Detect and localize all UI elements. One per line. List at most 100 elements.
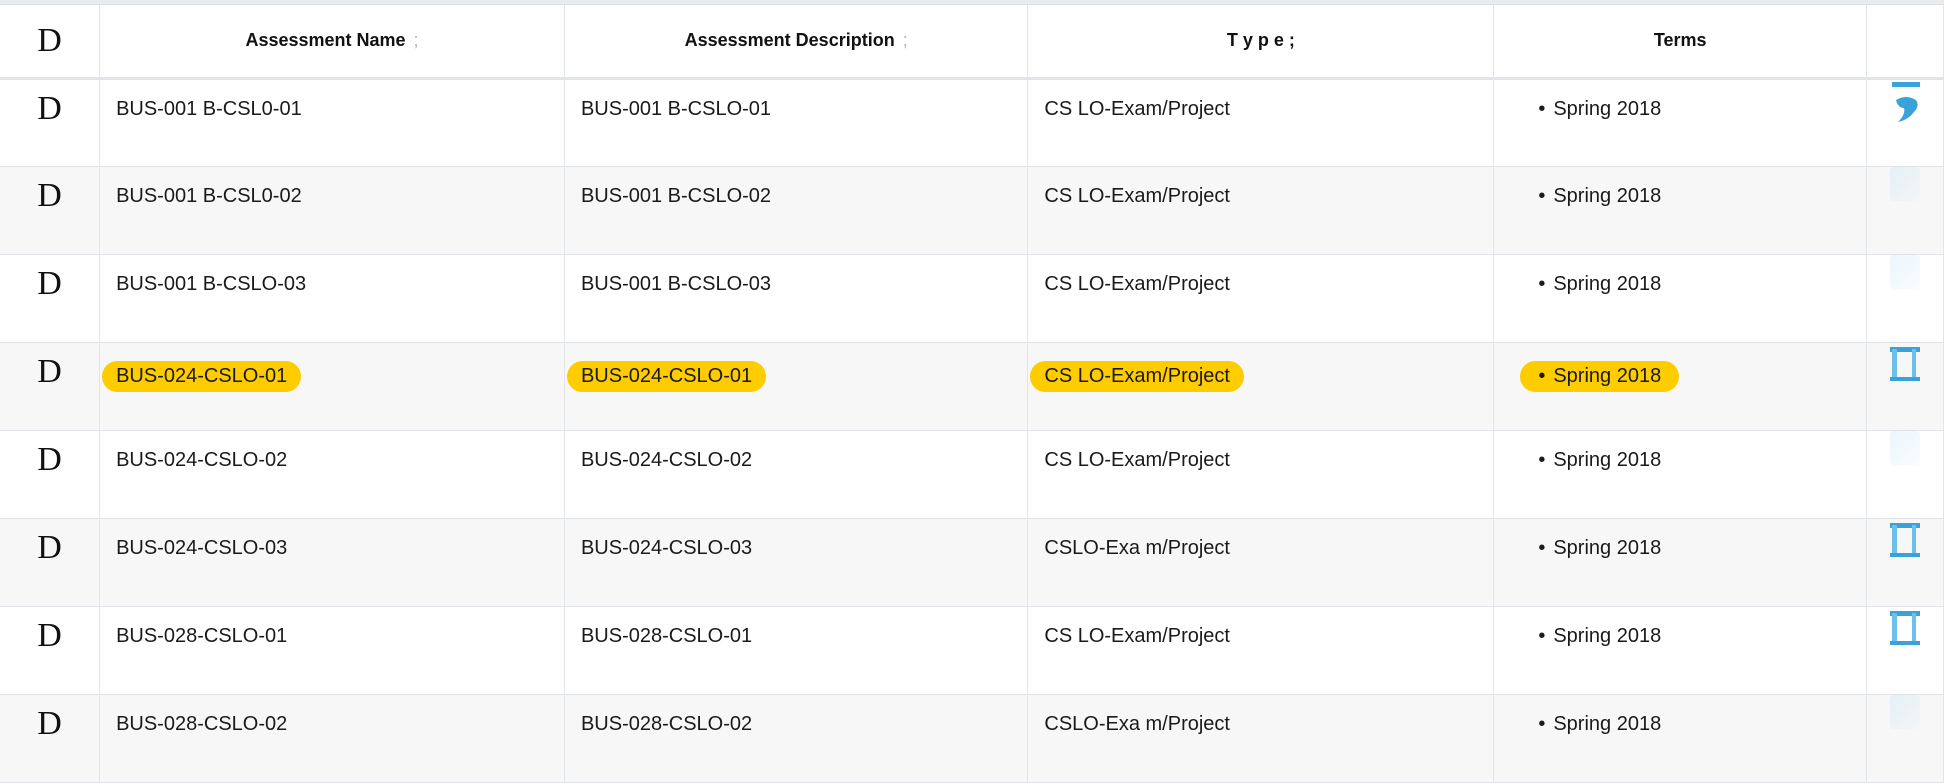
cell-type: CS LO-Exam/Project (1027, 254, 1495, 343)
bullet: • (1538, 624, 1546, 647)
term-list-item: • Spring 2018 (1538, 185, 1661, 207)
cell-type-text: CS LO-Exam/Project (1044, 97, 1230, 120)
table-row[interactable]: D BUS-024-CSLO-02 BUS-024-CSLO-02 CS LO-Exa… (0, 430, 1944, 519)
assessments-table: D Assessment Name; Assessment Descriptio… (0, 5, 1944, 783)
comment-icon[interactable] (1888, 80, 1922, 124)
column-header-actions (1866, 5, 1944, 80)
cell-term: • Spring 2018 (1493, 342, 1868, 431)
cell-description-text: BUS-001 B-CSLO-02 (580, 184, 772, 207)
table-header-row: D Assessment Name; Assessment Descriptio… (0, 5, 1944, 80)
column-header-label: Terms (1653, 30, 1707, 51)
cell-term: • Spring 2018 (1493, 694, 1868, 783)
table-row[interactable]: D BUS-001 B-CSL0-02 BUS-001 B-CSLO-02 CS LO… (0, 166, 1944, 255)
row-action-cell (1866, 254, 1944, 343)
row-select-checkbox[interactable]: D (0, 166, 101, 255)
row-select-checkbox[interactable]: D (0, 78, 101, 167)
cell-description: BUS-001 B-CSLO-02 (564, 166, 1029, 255)
cell-description: BUS-024-CSLO-03 (564, 518, 1029, 607)
table-row[interactable]: D BUS-001 B-CSLO-03 BUS-001 B-CSLO-03 CS LO… (0, 254, 1944, 343)
cell-type-text: CS LO-Exam/Project (1044, 272, 1230, 295)
faded-action-icon (1890, 166, 1920, 201)
table-row[interactable]: D BUS-028-CSLO-01 BUS-028-CSLO-01 CS LO-Exa… (0, 606, 1944, 695)
row-select-checkbox[interactable]: D (0, 606, 101, 695)
document-icon[interactable] (1888, 607, 1922, 651)
bullet: • (1538, 364, 1546, 387)
cell-description: BUS-028-CSLO-02 (564, 694, 1029, 783)
cell-description: BUS-028-CSLO-01 (564, 606, 1029, 695)
row-action-cell (1866, 694, 1944, 783)
cell-name-text: BUS-028-CSLO-01 (116, 624, 288, 647)
cell-type-text: CSLO-Exa m/Project (1044, 712, 1230, 735)
cell-name-text: BUS-024-CSLO-01 (102, 360, 302, 392)
table-body: D BUS-001 B-CSL0-01 BUS-001 B-CSLO-01 CS LO… (0, 78, 1944, 783)
cell-type: CS LO-Exam/Project (1027, 606, 1495, 695)
cell-name: BUS-028-CSLO-02 (99, 694, 565, 783)
cell-term-text: Spring 2018 (1553, 536, 1662, 559)
table-row[interactable]: D BUS-028-CSLO-02 BUS-028-CSLO-02 CSLO-Exa … (0, 694, 1944, 783)
cell-description-text: BUS-024-CSLO-02 (580, 448, 753, 471)
bullet: • (1538, 272, 1546, 295)
cell-term: • Spring 2018 (1493, 78, 1868, 167)
cell-description-text: BUS-024-CSLO-03 (580, 536, 753, 559)
term-list-item: • Spring 2018 (1538, 625, 1661, 647)
cell-type: CS LO-Exam/Project (1027, 166, 1495, 255)
table-row[interactable]: D BUS-024-CSLO-01 BUS-024-CSLO-01 CS LO-Exa… (0, 342, 1944, 431)
column-header-assessment-name[interactable]: Assessment Name; (99, 5, 565, 80)
cell-name: BUS-001 B-CSL0-02 (99, 166, 565, 255)
column-header-type[interactable]: T y p e ; (1027, 5, 1495, 80)
column-header-assessment-description[interactable]: Assessment Description; (564, 5, 1029, 80)
assessments-table-container: D Assessment Name; Assessment Descriptio… (0, 0, 1944, 783)
row-action-cell (1866, 430, 1944, 519)
select-all-header[interactable]: D (0, 5, 101, 80)
cell-description: BUS-001 B-CSLO-03 (564, 254, 1029, 343)
cell-term: • Spring 2018 (1493, 254, 1868, 343)
cell-term: • Spring 2018 (1493, 430, 1868, 519)
cell-type: CS LO-Exam/Project (1027, 430, 1495, 519)
cell-type-text: CS LO-Exam/Project (1044, 184, 1230, 207)
document-icon[interactable] (1888, 519, 1922, 563)
cell-type: CSLO-Exa m/Project (1027, 694, 1495, 783)
cell-description: BUS-024-CSLO-01 (564, 342, 1029, 431)
row-action-cell (1866, 342, 1944, 431)
column-header-terms[interactable]: Terms (1493, 5, 1868, 80)
row-action-cell (1866, 606, 1944, 695)
cell-description-text: BUS-001 B-CSLO-01 (580, 97, 772, 120)
bullet: • (1538, 184, 1546, 207)
row-action-cell (1866, 518, 1944, 607)
row-select-checkbox[interactable]: D (0, 694, 101, 783)
row-select-checkbox[interactable]: D (0, 342, 101, 431)
cell-description: BUS-024-CSLO-02 (564, 430, 1029, 519)
row-select-checkbox[interactable]: D (0, 518, 101, 607)
document-icon[interactable] (1888, 343, 1922, 387)
sort-indicator: ; (902, 30, 908, 51)
cell-type: CS LO-Exam/Project (1027, 78, 1495, 167)
cell-name-text: BUS-028-CSLO-02 (116, 712, 288, 735)
term-list-item: • Spring 2018 (1538, 537, 1661, 559)
table-row[interactable]: D BUS-024-CSLO-03 BUS-024-CSLO-03 CSLO-Exa … (0, 518, 1944, 607)
cell-name: BUS-024-CSLO-01 (99, 342, 565, 431)
term-list-item: • Spring 2018 (1538, 273, 1661, 295)
cell-name-text: BUS-001 B-CSLO-03 (116, 272, 307, 295)
row-select-checkbox[interactable]: D (0, 430, 101, 519)
term-list-item: • Spring 2018 (1520, 360, 1680, 392)
faded-action-icon (1890, 430, 1920, 465)
row-select-checkbox[interactable]: D (0, 254, 101, 343)
cell-term: • Spring 2018 (1493, 606, 1868, 695)
cell-name: BUS-001 B-CSLO-03 (99, 254, 565, 343)
sort-indicator: ; (413, 30, 419, 51)
bullet: • (1538, 536, 1546, 559)
cell-name-text: BUS-001 B-CSL0-02 (116, 184, 302, 207)
term-list-item: • Spring 2018 (1538, 98, 1661, 120)
cell-description-text: BUS-024-CSLO-01 (566, 360, 767, 392)
cell-term-text: Spring 2018 (1553, 272, 1662, 295)
cell-name: BUS-028-CSLO-01 (99, 606, 565, 695)
cell-term-text: Spring 2018 (1553, 97, 1662, 120)
cell-type: CS LO-Exam/Project (1027, 342, 1495, 431)
row-action-cell (1866, 78, 1944, 167)
faded-action-icon (1890, 694, 1920, 729)
column-header-label: Assessment Description (684, 30, 895, 51)
cell-name-text: BUS-024-CSLO-02 (116, 448, 288, 471)
table-row[interactable]: D BUS-001 B-CSL0-01 BUS-001 B-CSLO-01 CS LO… (0, 78, 1944, 167)
row-action-cell (1866, 166, 1944, 255)
cell-name-text: BUS-024-CSLO-03 (116, 536, 288, 559)
